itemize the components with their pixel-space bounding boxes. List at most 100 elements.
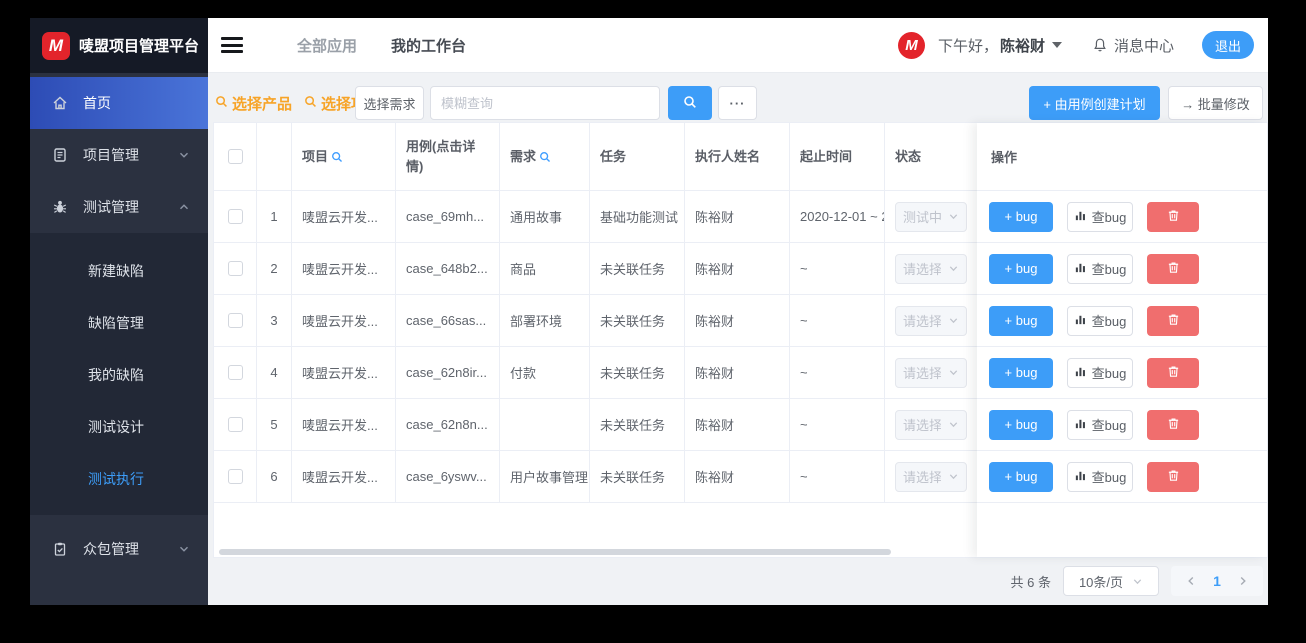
tab-my-workbench[interactable]: 我的工作台 bbox=[391, 35, 466, 56]
delete-button[interactable] bbox=[1147, 253, 1199, 284]
row-checkbox[interactable] bbox=[227, 469, 243, 484]
brand-logo-icon: M bbox=[42, 31, 70, 60]
hamburger-menu-icon[interactable] bbox=[221, 37, 243, 53]
screen: M 唛盟项目管理平台 首页 项目管理 测试管理 新建缺陷 缺陷管理 我的缺陷 测… bbox=[0, 0, 1306, 643]
sidebar-item-label: 测试管理 bbox=[83, 199, 139, 215]
search-icon bbox=[304, 95, 317, 112]
status-select[interactable]: 测试中 bbox=[895, 201, 967, 232]
row-checkbox[interactable] bbox=[227, 417, 243, 432]
status-select[interactable]: 请选择 bbox=[895, 305, 967, 336]
sidebar-item-settlement[interactable]: 结算管理 bbox=[30, 595, 208, 605]
row-checkbox[interactable] bbox=[227, 313, 243, 328]
actions-row: + bug 查bug bbox=[977, 243, 1267, 295]
trash-icon bbox=[1167, 209, 1180, 225]
status-select[interactable]: 请选择 bbox=[895, 253, 967, 284]
sidebar-subitem-defect-mgmt[interactable]: 缺陷管理 bbox=[30, 297, 208, 349]
search-icon[interactable] bbox=[539, 151, 551, 163]
prev-page-button[interactable] bbox=[1179, 575, 1203, 587]
sidebar-item-test-mgmt[interactable]: 测试管理 bbox=[30, 181, 208, 233]
search-icon bbox=[683, 95, 697, 112]
chevron-down-icon bbox=[948, 367, 959, 378]
more-filters-button[interactable]: ··· bbox=[718, 86, 757, 120]
status-select[interactable]: 请选择 bbox=[895, 461, 967, 492]
message-center-link[interactable]: 消息中心 bbox=[1114, 35, 1174, 56]
select-product-link[interactable]: 选择产品 bbox=[215, 93, 292, 114]
page-size-select[interactable]: 10条/页 bbox=[1063, 566, 1159, 596]
trash-icon bbox=[1167, 261, 1180, 277]
trash-icon bbox=[1167, 417, 1180, 433]
actions-row: + bug 查bug bbox=[977, 399, 1267, 451]
select-requirement-button[interactable]: 选择需求 bbox=[355, 86, 424, 120]
delete-button[interactable] bbox=[1147, 409, 1199, 440]
add-bug-button[interactable]: + bug bbox=[989, 305, 1053, 336]
task-column-header: 任务 bbox=[590, 123, 685, 191]
bell-icon[interactable] bbox=[1092, 37, 1108, 53]
test-plan-table: 项目 用例(点击详情) 需求 任务 执行人姓名 起止时间 状态 1 唛盟云开发.… bbox=[213, 122, 1268, 558]
view-bug-button[interactable]: 查bug bbox=[1067, 461, 1133, 492]
select-all-checkbox[interactable] bbox=[227, 149, 243, 164]
actions-row: + bug 查bug bbox=[977, 295, 1267, 347]
pagination: 共 6 条 10条/页 1 bbox=[1011, 565, 1263, 597]
add-bug-button[interactable]: + bug bbox=[989, 253, 1053, 284]
fuzzy-search-input[interactable] bbox=[430, 86, 660, 120]
row-checkbox[interactable] bbox=[227, 209, 243, 224]
search-icon[interactable] bbox=[331, 151, 343, 163]
executor-column-header: 执行人姓名 bbox=[685, 123, 790, 191]
row-checkbox[interactable] bbox=[227, 365, 243, 380]
sidebar-subitem-new-defect[interactable]: 新建缺陷 bbox=[30, 245, 208, 297]
total-count: 共 6 条 bbox=[1010, 574, 1051, 590]
bar-chart-icon bbox=[1074, 469, 1087, 485]
sidebar-subitem-my-defects[interactable]: 我的缺陷 bbox=[30, 349, 208, 401]
create-plan-from-case-button[interactable]: + 由用例创建计划 bbox=[1029, 86, 1160, 120]
batch-edit-button[interactable]: → 批量修改 bbox=[1168, 86, 1263, 120]
search-icon bbox=[215, 95, 228, 112]
status-select[interactable]: 请选择 bbox=[895, 409, 967, 440]
add-bug-button[interactable]: + bug bbox=[989, 461, 1053, 492]
tab-all-apps[interactable]: 全部应用 bbox=[297, 35, 357, 56]
user-avatar[interactable]: M bbox=[897, 31, 925, 59]
test-mgmt-submenu: 新建缺陷 缺陷管理 我的缺陷 测试设计 测试执行 bbox=[30, 233, 208, 515]
actions-row: + bug 查bug bbox=[977, 191, 1267, 243]
sidebar-item-crowdsourcing[interactable]: 众包管理 bbox=[30, 523, 208, 575]
search-button[interactable] bbox=[668, 86, 712, 120]
add-bug-button[interactable]: + bug bbox=[989, 357, 1053, 388]
delete-button[interactable] bbox=[1147, 357, 1199, 388]
user-greeting[interactable]: 下午好， 陈裕财 bbox=[938, 35, 1062, 56]
view-bug-button[interactable]: 查bug bbox=[1067, 409, 1133, 440]
view-bug-button[interactable]: 查bug bbox=[1067, 201, 1133, 232]
top-navbar: 全部应用 我的工作台 M 下午好， 陈裕财 消息中心 退出 bbox=[208, 18, 1268, 73]
sidebar-subitem-test-design[interactable]: 测试设计 bbox=[30, 401, 208, 453]
sidebar-subitem-test-execution[interactable]: 测试执行 bbox=[30, 453, 208, 505]
actions-column-header: 操作 bbox=[977, 123, 1267, 191]
brand: M 唛盟项目管理平台 bbox=[30, 18, 208, 73]
sidebar-item-home[interactable]: 首页 bbox=[30, 77, 208, 129]
add-bug-button[interactable]: + bug bbox=[989, 409, 1053, 440]
status-select[interactable]: 请选择 bbox=[895, 357, 967, 388]
sidebar-item-project-mgmt[interactable]: 项目管理 bbox=[30, 129, 208, 181]
sidebar-item-label: 众包管理 bbox=[83, 541, 139, 557]
delete-button[interactable] bbox=[1147, 201, 1199, 232]
chevron-down-icon bbox=[178, 149, 190, 161]
requirement-column-header: 需求 bbox=[500, 123, 590, 191]
row-checkbox[interactable] bbox=[227, 261, 243, 276]
chevron-down-icon bbox=[948, 263, 959, 274]
delete-button[interactable] bbox=[1147, 305, 1199, 336]
add-bug-button[interactable]: + bug bbox=[989, 201, 1053, 232]
document-icon bbox=[52, 147, 70, 163]
horizontal-scrollbar[interactable] bbox=[219, 549, 891, 555]
page-number[interactable]: 1 bbox=[1203, 573, 1231, 589]
bar-chart-icon bbox=[1074, 365, 1087, 381]
date-range-column-header: 起止时间 bbox=[790, 123, 885, 191]
logout-button[interactable]: 退出 bbox=[1202, 31, 1254, 59]
view-bug-button[interactable]: 查bug bbox=[1067, 253, 1133, 284]
delete-button[interactable] bbox=[1147, 461, 1199, 492]
pager: 1 bbox=[1171, 566, 1263, 596]
index-column-header bbox=[257, 123, 292, 191]
bug-icon bbox=[52, 199, 70, 215]
bar-chart-icon bbox=[1074, 209, 1087, 225]
view-bug-button[interactable]: 查bug bbox=[1067, 357, 1133, 388]
home-icon bbox=[52, 95, 70, 111]
next-page-button[interactable] bbox=[1231, 575, 1255, 587]
view-bug-button[interactable]: 查bug bbox=[1067, 305, 1133, 336]
chevron-down-icon bbox=[948, 211, 959, 222]
